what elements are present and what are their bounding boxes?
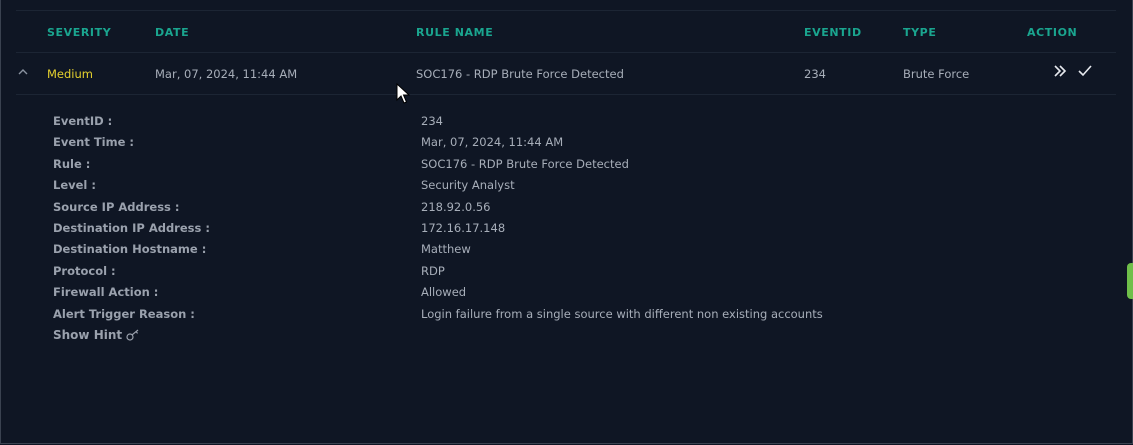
double-chevron-right-icon[interactable] <box>1052 63 1070 79</box>
header-eventid[interactable]: EVENTID <box>804 26 862 39</box>
show-hint-button[interactable]: Show Hint <box>53 328 142 342</box>
header-date[interactable]: DATE <box>155 26 189 39</box>
detail-row: Firewall Action : Allowed <box>53 285 1113 306</box>
alert-details: EventID : 234 Event Time : Mar, 07, 2024, 1… <box>53 114 1113 328</box>
key-icon <box>122 328 142 342</box>
detail-value: 218.92.0.56 <box>421 199 491 214</box>
detail-label: Source IP Address : <box>53 199 180 214</box>
detail-value: SOC176 - RDP Brute Force Detected <box>421 156 629 171</box>
detail-row: Source IP Address : 218.92.0.56 <box>53 200 1113 221</box>
checkmark-icon[interactable] <box>1077 63 1095 79</box>
detail-label: Destination IP Address : <box>53 220 210 235</box>
detail-row: Protocol : RDP <box>53 264 1113 285</box>
detail-label: Destination Hostname : <box>53 242 207 257</box>
detail-value: Matthew <box>421 242 471 257</box>
header-action: ACTION <box>1027 26 1078 39</box>
row-eventid: 234 <box>804 67 826 81</box>
detail-label: Level : <box>53 178 96 193</box>
detail-row: Destination Hostname : Matthew <box>53 242 1113 263</box>
detail-value: Allowed <box>421 285 467 300</box>
detail-value: 172.16.17.148 <box>421 220 506 235</box>
detail-value: Login failure from a single source with … <box>421 306 823 321</box>
detail-value: Security Analyst <box>421 178 515 193</box>
detail-row: EventID : 234 <box>53 114 1113 135</box>
detail-label: Rule : <box>53 156 91 171</box>
detail-label: Event Time : <box>53 135 135 150</box>
detail-label: EventID : <box>53 114 113 128</box>
detail-row: Rule : SOC176 - RDP Brute Force Detected <box>53 157 1113 178</box>
alert-panel: SEVERITY DATE RULE NAME EVENTID TYPE ACT… <box>0 0 1133 444</box>
header-type[interactable]: TYPE <box>903 26 936 39</box>
detail-value: 234 <box>421 114 443 128</box>
detail-value: RDP <box>421 263 445 278</box>
table-header: SEVERITY DATE RULE NAME EVENTID TYPE ACT… <box>16 11 1116 53</box>
detail-row: Destination IP Address : 172.16.17.148 <box>53 221 1113 242</box>
table-row[interactable]: Medium Mar, 07, 2024, 11:44 AM SOC176 - … <box>16 53 1116 95</box>
detail-row: Event Time : Mar, 07, 2024, 11:44 AM <box>53 135 1113 156</box>
severity-badge: Medium <box>47 67 93 81</box>
chevron-up-icon[interactable] <box>16 64 30 78</box>
header-severity[interactable]: SEVERITY <box>47 26 111 39</box>
side-tab[interactable] <box>1127 263 1133 299</box>
detail-value: Mar, 07, 2024, 11:44 AM <box>421 135 564 150</box>
detail-label: Alert Trigger Reason : <box>53 306 195 321</box>
row-rule-name: SOC176 - RDP Brute Force Detected <box>416 67 624 81</box>
row-actions <box>1052 63 1097 79</box>
header-rule-name[interactable]: RULE NAME <box>416 26 493 39</box>
detail-row: Alert Trigger Reason : Login failure from… <box>53 307 1113 328</box>
detail-label: Firewall Action : <box>53 285 159 300</box>
row-type: Brute Force <box>903 67 970 81</box>
detail-row: Level : Security Analyst <box>53 178 1113 199</box>
row-date: Mar, 07, 2024, 11:44 AM <box>155 67 298 81</box>
mouse-cursor-icon <box>396 82 411 105</box>
show-hint-label: Show Hint <box>53 328 123 342</box>
detail-label: Protocol : <box>53 263 116 278</box>
